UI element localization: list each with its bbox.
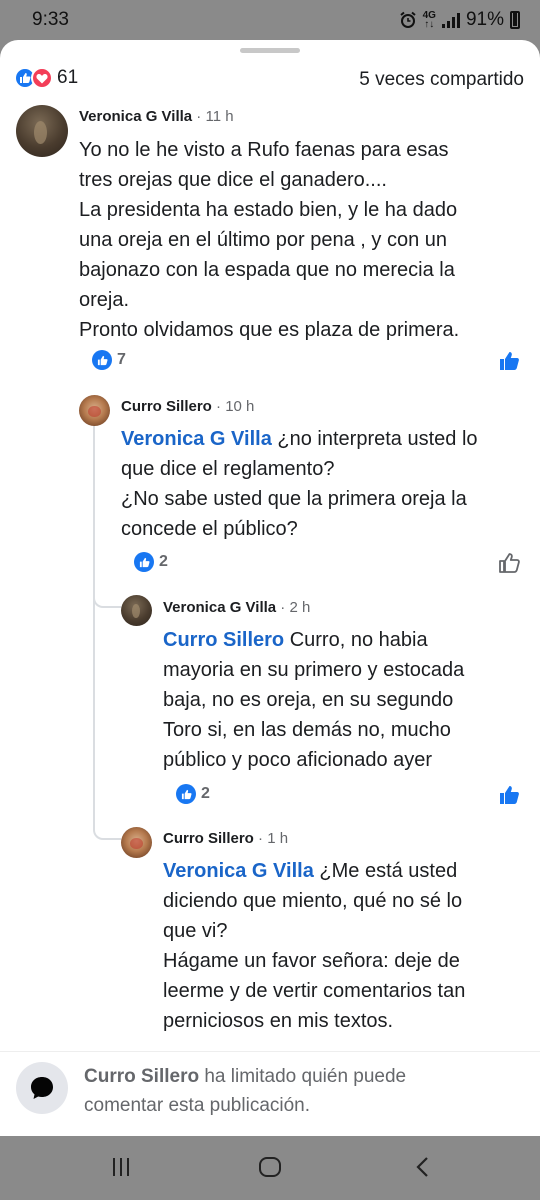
comment-time: · 11 h <box>196 108 234 125</box>
back-icon[interactable] <box>414 1156 430 1178</box>
reaction-count: 61 <box>57 67 79 88</box>
avatar[interactable] <box>79 395 110 426</box>
comment-bubble-icon <box>16 1062 68 1114</box>
status-icons: 4G ↑↓ 91% <box>399 9 520 31</box>
like-icon[interactable] <box>498 552 520 574</box>
mention-link[interactable]: Veronica G Villa <box>163 860 314 882</box>
comment-author[interactable]: Veronica G Villa · 2 h <box>163 599 310 616</box>
limit-author[interactable]: Curro Sillero <box>84 1066 199 1087</box>
alarm-icon <box>399 11 416 28</box>
recents-icon[interactable] <box>110 1156 132 1178</box>
battery-percent: 91% <box>465 9 504 30</box>
comment-author[interactable]: Curro Sillero · 10 h <box>121 398 254 415</box>
avatar[interactable] <box>121 827 152 858</box>
limit-notice-text: Curro Sillero ha limitado quién puede co… <box>84 1066 407 1116</box>
comment-author[interactable]: Curro Sillero · 1 h <box>163 830 288 847</box>
love-reaction-icon <box>31 67 53 89</box>
comment-text: Veronica G Villa ¿Me está usted diciendo… <box>163 860 466 1032</box>
reaction-count-badge[interactable]: 2 <box>176 784 210 804</box>
reaction-count-badge[interactable]: 2 <box>134 552 168 572</box>
like-reaction-icon <box>134 552 154 572</box>
status-bar: 9:33 4G ↑↓ 91% <box>0 0 540 40</box>
comment-author[interactable]: Veronica G Villa · 11 h <box>79 108 234 125</box>
comment-time: · 1 h <box>258 830 289 847</box>
like-reaction-icon <box>92 350 112 370</box>
signal-icon <box>441 12 460 28</box>
network-type: 4G ↑↓ <box>422 10 436 30</box>
like-icon[interactable] <box>498 350 520 372</box>
comment-text: Curro Sillero Curro, no habia mayoria en… <box>163 629 465 771</box>
comment-time: · 10 h <box>216 398 255 415</box>
avatar[interactable] <box>121 595 152 626</box>
home-icon[interactable] <box>258 1156 282 1178</box>
android-nav-bar <box>0 1136 540 1200</box>
drag-handle[interactable] <box>240 48 300 53</box>
thread-line <box>93 425 95 825</box>
reaction-count-badge[interactable]: 7 <box>92 350 126 370</box>
comment-limit-notice: Curro Sillero ha limitado quién puede co… <box>0 1051 540 1136</box>
reaction-summary[interactable]: 61 <box>14 67 78 89</box>
comments-sheet: 61 5 veces compartido Veronica G Villa ·… <box>0 40 540 1136</box>
comment-text: Veronica G Villa ¿no interpreta usted lo… <box>121 428 478 540</box>
avatar[interactable] <box>16 105 68 157</box>
thread-connector <box>93 570 121 608</box>
battery-icon <box>510 11 520 29</box>
status-time: 9:33 <box>32 9 69 30</box>
thread-connector <box>93 800 121 840</box>
like-icon[interactable] <box>498 784 520 806</box>
mention-link[interactable]: Curro Sillero <box>163 629 284 651</box>
comment-time: · 2 h <box>280 599 311 616</box>
mention-link[interactable]: Veronica G Villa <box>121 428 272 450</box>
like-reaction-icon <box>176 784 196 804</box>
comment-text: Yo no le he visto a Rufo faenas para esa… <box>79 139 460 341</box>
share-count[interactable]: 5 veces compartido <box>359 69 524 91</box>
